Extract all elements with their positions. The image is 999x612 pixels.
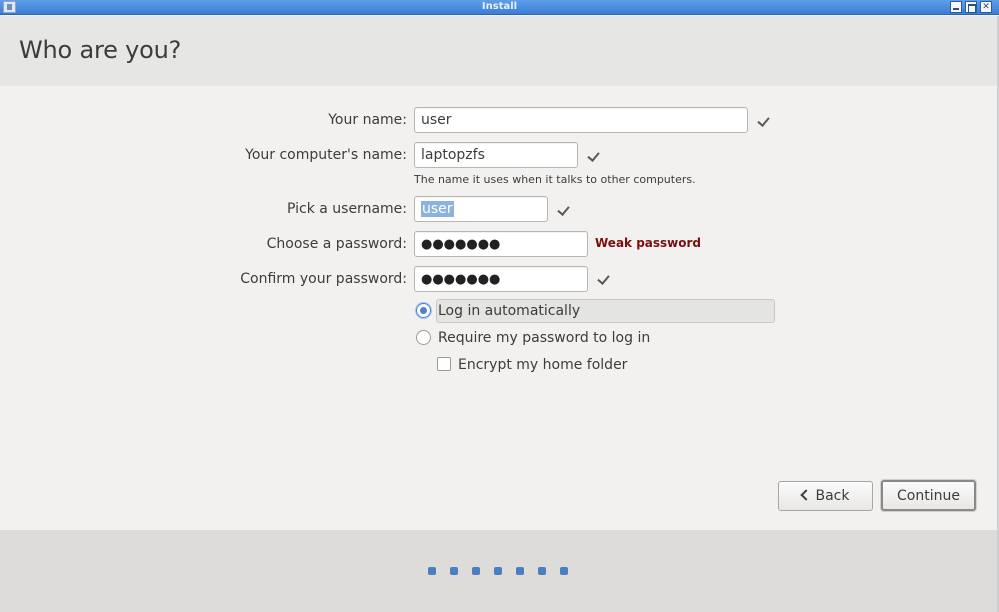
progress-step-dot [494, 567, 502, 575]
require-password-label[interactable]: Require my password to log in [438, 329, 650, 347]
name-input[interactable]: user [414, 107, 748, 133]
username-input[interactable]: user [414, 196, 548, 222]
username-valid-check-icon [558, 203, 572, 215]
password-label: Choose a password: [266, 236, 407, 252]
progress-step-dot [560, 567, 568, 575]
require-password-radio[interactable] [416, 330, 431, 345]
name-valid-check-icon [758, 114, 772, 126]
name-label: Your name: [328, 112, 407, 128]
computer-name-hint: The name it uses when it talks to other … [414, 173, 696, 186]
password-strength-warning: Weak password [595, 236, 702, 250]
page-title: Who are you? [19, 36, 182, 64]
maximize-icon[interactable] [965, 1, 977, 13]
window-title: Install [481, 1, 518, 12]
confirm-password-valid-check-icon [598, 272, 612, 284]
progress-step-dot [516, 567, 524, 575]
encrypt-home-label[interactable]: Encrypt my home folder [458, 356, 627, 374]
encrypt-home-checkbox[interactable] [437, 357, 451, 371]
progress-step-dot [450, 567, 458, 575]
computer-name-value: laptopzfs [421, 147, 485, 163]
username-label: Pick a username: [286, 201, 407, 217]
back-button[interactable]: Back [778, 481, 873, 511]
progress-step-dot [538, 567, 546, 575]
name-input-value: user [421, 112, 452, 128]
progress-step-dot [428, 567, 436, 575]
computer-name-input[interactable]: laptopzfs [414, 142, 578, 168]
continue-button-label: Continue [897, 488, 960, 504]
window-titlebar[interactable]: Install ✕ [0, 0, 999, 15]
auto-login-label[interactable]: Log in automatically [438, 302, 580, 320]
password-input[interactable]: ●●●●●●● [414, 231, 588, 257]
page-header: Who are you? [0, 16, 997, 86]
computer-name-valid-check-icon [588, 149, 602, 161]
progress-footer [0, 530, 997, 612]
minimize-icon[interactable] [950, 1, 962, 13]
password-masked-value: ●●●●●●● [421, 237, 501, 252]
auto-login-radio[interactable] [416, 303, 431, 318]
confirm-password-masked-value: ●●●●●●● [421, 272, 501, 287]
progress-step-dot [472, 567, 480, 575]
continue-button[interactable]: Continue [881, 480, 976, 511]
chevron-left-icon [799, 489, 812, 501]
close-icon[interactable]: ✕ [980, 1, 992, 13]
username-value: user [421, 201, 454, 217]
confirm-password-label: Confirm your password: [240, 271, 407, 287]
computer-name-label: Your computer's name: [245, 147, 407, 163]
back-button-label: Back [815, 488, 850, 504]
confirm-password-input[interactable]: ●●●●●●● [414, 266, 588, 292]
